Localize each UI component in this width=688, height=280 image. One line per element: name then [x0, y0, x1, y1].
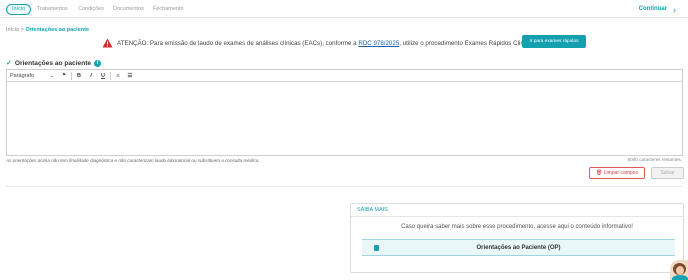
bold-icon[interactable]: B	[73, 73, 85, 79]
editor-content[interactable]	[7, 82, 682, 155]
rich-text-editor[interactable]: Parágrafo ⌄ ❝ B I U ≡ ☰	[6, 69, 683, 156]
paragraph-select[interactable]: Parágrafo ⌄	[10, 73, 58, 79]
continue-label: Continuar	[638, 6, 667, 12]
editor-toolbar: Parágrafo ⌄ ❝ B I U ≡ ☰	[7, 70, 682, 82]
tab-documentos[interactable]: Documentos	[113, 4, 144, 15]
info-card-link[interactable]: Orientações ao Paciente (OP)	[362, 239, 675, 256]
disclaimer-text: As orientações acima não tem finalidade …	[6, 158, 260, 163]
assistant-avatar[interactable]	[670, 260, 688, 280]
char-counter: 5000 caracteres restantes.	[627, 157, 682, 162]
info-card-header: SAIBA MAIS	[351, 204, 683, 217]
breadcrumb-root[interactable]: Início	[6, 27, 19, 33]
chevron-down-icon: ⌄	[49, 72, 54, 79]
avatar-body	[672, 275, 688, 280]
breadcrumb-separator: >	[20, 27, 24, 33]
breadcrumb-current: Orientações ao paciente	[25, 27, 90, 33]
avatar-face	[676, 266, 684, 275]
continue-button[interactable]: Continuar ›	[639, 4, 676, 15]
info-card-link-label: Orientações ao Paciente (OP)	[476, 244, 561, 251]
toolbar-divider	[71, 71, 72, 80]
numbered-list-icon[interactable]: ≡	[112, 73, 124, 79]
trash-icon: 🗑	[596, 170, 603, 176]
section-title: ✓ Orientações ao paciente i	[6, 59, 102, 67]
paragraph-select-label: Parágrafo	[10, 72, 35, 79]
rdc-link[interactable]: RDC 978/2025	[358, 40, 399, 47]
tab-tratamentos[interactable]: Tratamentos	[37, 4, 68, 15]
check-icon: ✓	[6, 60, 12, 67]
info-card: SAIBA MAIS Caso queira saber mais sobre …	[350, 203, 684, 273]
rdc-alert: ATENÇÃO: Para emissão de laudo de exames…	[102, 36, 539, 50]
top-navigation: Início Tratamentos Condições Documentos …	[0, 0, 688, 18]
divider	[6, 186, 683, 187]
chevron-right-icon: ›	[673, 4, 676, 15]
clear-fields-button[interactable]: 🗑 Limpar campos	[589, 167, 645, 179]
italic-icon[interactable]: I	[85, 73, 97, 79]
warning-icon	[102, 38, 113, 48]
blockquote-icon[interactable]: ❝	[58, 73, 70, 79]
rapid-exams-button[interactable]: Ir para exames rápidos	[522, 35, 586, 48]
save-button[interactable]: Salvar	[651, 167, 684, 179]
alert-text-after: , utilize o procedimento Exames Rápidos …	[399, 39, 539, 47]
alert-text-before: ATENÇÃO: Para emissão de laudo de exames…	[117, 39, 357, 47]
tab-inicio[interactable]: Início	[6, 4, 32, 15]
tab-fechamento[interactable]: Fechamento	[153, 4, 184, 15]
breadcrumb: Início > Orientações ao paciente	[6, 27, 89, 33]
section-title-text: Orientações ao paciente	[14, 59, 92, 67]
tab-condicoes[interactable]: Condições	[78, 4, 104, 15]
book-icon	[374, 245, 379, 251]
bulleted-list-icon[interactable]: ☰	[124, 73, 136, 79]
info-icon[interactable]: i	[94, 59, 102, 67]
underline-icon[interactable]: U	[97, 73, 109, 79]
info-card-text: Caso queira saber mais sobre esse proced…	[401, 224, 633, 230]
clear-fields-label: Limpar campos	[603, 170, 638, 176]
toolbar-divider	[110, 71, 111, 80]
